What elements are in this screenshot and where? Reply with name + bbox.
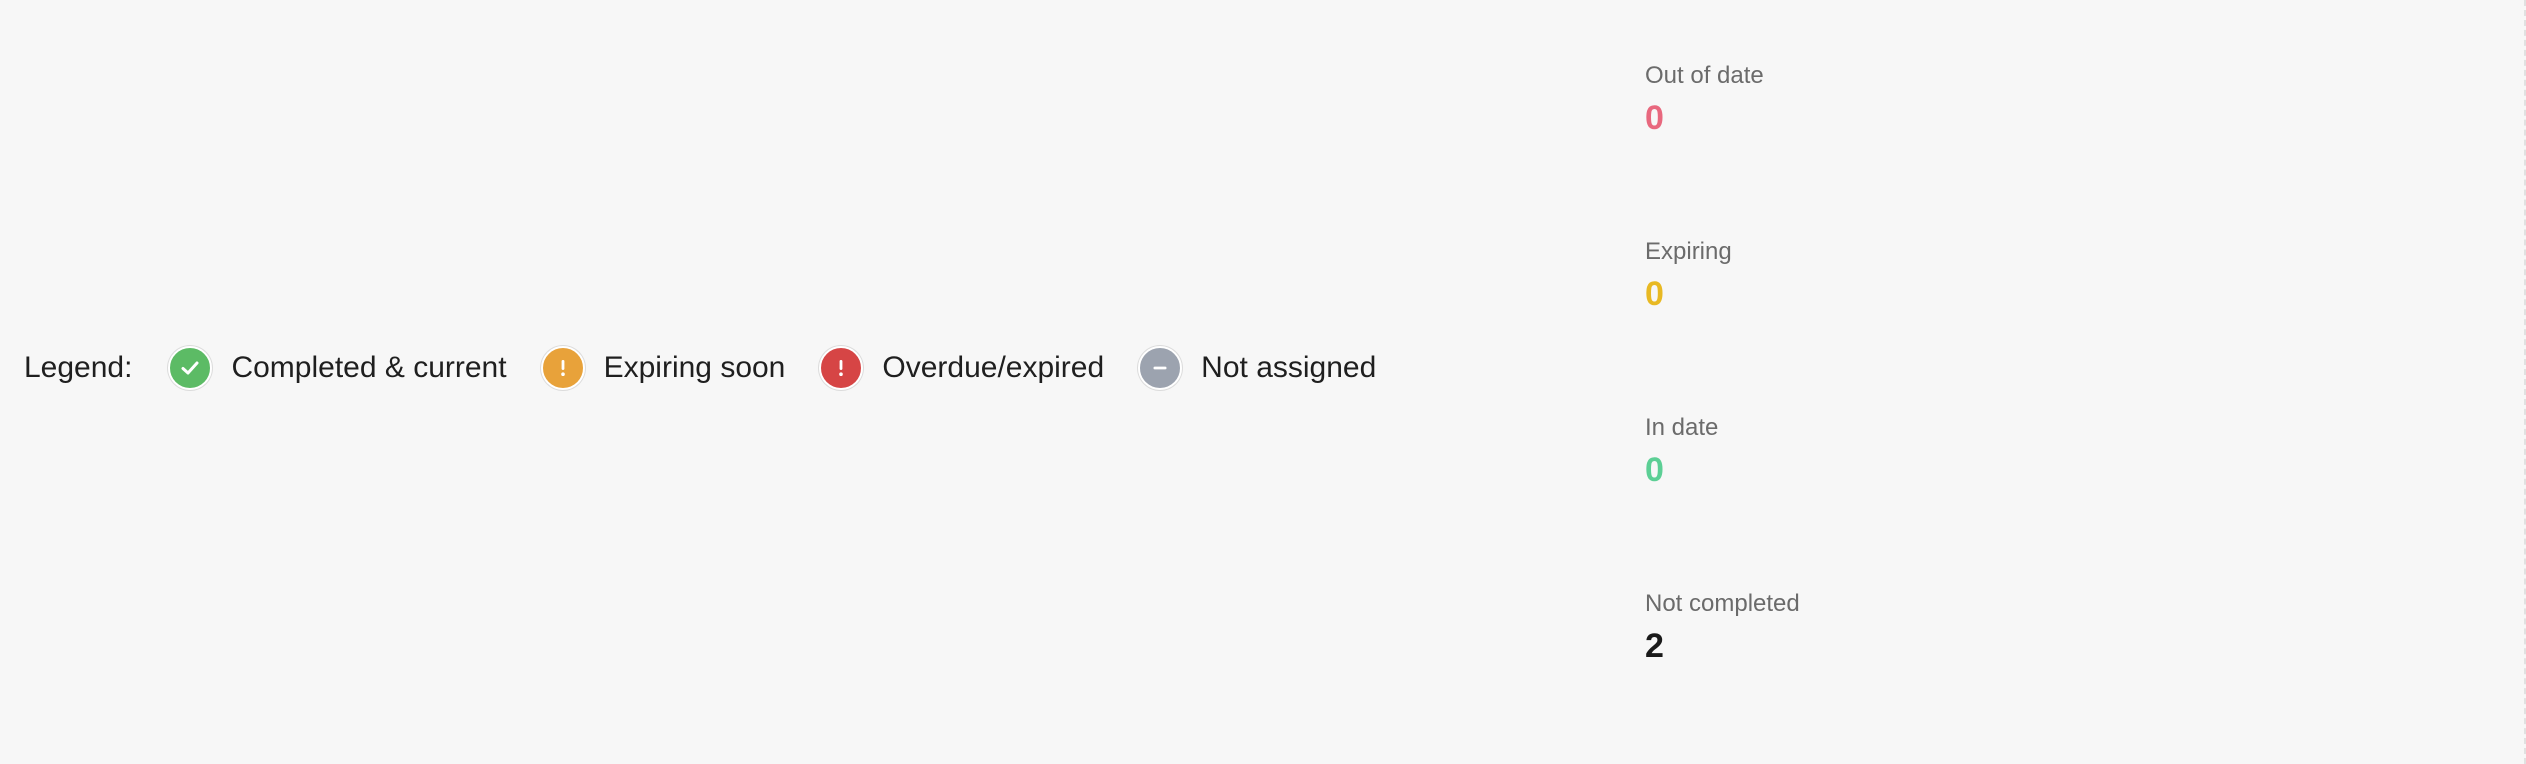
stat-label-out-of-date: Out of date bbox=[1645, 62, 1764, 89]
legend-label-not-assigned: Not assigned bbox=[1201, 351, 1377, 384]
legend: Legend: Completed & current Expiring soo… bbox=[24, 344, 1410, 392]
stat-expiring: Expiring 0 bbox=[1645, 234, 2065, 410]
minus-circle-icon bbox=[1138, 346, 1183, 390]
stat-out-of-date: Out of date 0 bbox=[1645, 58, 2065, 234]
stat-label-not-completed: Not completed bbox=[1645, 590, 1800, 617]
stat-label-expiring: Expiring bbox=[1645, 238, 1732, 265]
legend-item-overdue: Overdue/expired bbox=[819, 346, 1104, 390]
legend-item-completed: Completed & current bbox=[168, 346, 507, 390]
legend-label-completed: Completed & current bbox=[231, 351, 507, 384]
stat-value-out-of-date: 0 bbox=[1645, 99, 1664, 137]
stat-value-expiring: 0 bbox=[1645, 275, 1664, 313]
stat-not-completed: Not completed 2 bbox=[1645, 586, 2065, 762]
legend-item-expiring: Expiring soon bbox=[540, 346, 786, 390]
legend-item-not-assigned: Not assigned bbox=[1138, 346, 1376, 390]
stat-value-not-completed: 2 bbox=[1645, 627, 1664, 665]
stat-value-in-date: 0 bbox=[1645, 451, 1664, 489]
check-circle-icon bbox=[168, 346, 213, 390]
warning-circle-icon bbox=[540, 346, 585, 390]
stats-panel: Out of date 0 Expiring 0 In date 0 Not c… bbox=[1645, 58, 2065, 762]
legend-title: Legend: bbox=[24, 351, 133, 384]
alert-circle-icon bbox=[819, 346, 864, 390]
stat-label-in-date: In date bbox=[1645, 414, 1719, 441]
legend-label-expiring: Expiring soon bbox=[603, 351, 786, 384]
stat-in-date: In date 0 bbox=[1645, 410, 2065, 586]
legend-label-overdue: Overdue/expired bbox=[882, 351, 1105, 384]
